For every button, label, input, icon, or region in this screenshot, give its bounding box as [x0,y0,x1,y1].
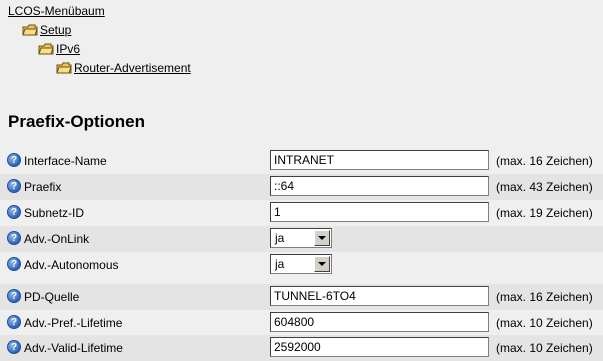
breadcrumb-router-advertisement-link[interactable]: Router-Advertisement [74,61,191,75]
chevron-down-icon[interactable] [314,256,330,272]
subnetz-id-hint: (max. 19 Zeichen) [496,206,593,220]
breadcrumb-root[interactable]: LCOS-Menübaum [8,3,105,19]
folder-icon [22,24,38,36]
help-icon[interactable]: ? [7,315,21,329]
adv-onlink-label: Adv.-OnLink [24,232,90,246]
subnetz-id-label: Subnetz-ID [24,206,85,220]
subnetz-id-input[interactable] [270,202,489,222]
help-icon[interactable]: ? [7,153,21,167]
field-row-adv-valid-lifetime: ? Adv.-Valid-Lifetime (max. 10 Zeichen) [0,335,603,361]
adv-pref-lifetime-hint: (max. 10 Zeichen) [496,316,593,330]
adv-valid-lifetime-label: Adv.-Valid-Lifetime [24,341,123,355]
interface-name-hint: (max. 16 Zeichen) [496,154,593,168]
chevron-down-icon[interactable] [314,230,330,246]
adv-valid-lifetime-hint: (max. 10 Zeichen) [496,341,593,355]
interface-name-label: Interface-Name [24,154,107,168]
field-row-adv-autonomous: ? Adv.-Autonomous ja [0,252,603,278]
adv-autonomous-selected-value: ja [275,257,285,271]
folder-icon [56,62,72,74]
pd-quelle-label: PD-Quelle [24,290,80,304]
help-icon[interactable]: ? [7,257,21,271]
breadcrumb-root-link[interactable]: LCOS-Menübaum [8,4,105,18]
field-row-interface-name: ? Interface-Name (max. 16 Zeichen) [0,148,603,174]
breadcrumb-setup-link[interactable]: Setup [40,23,71,37]
adv-pref-lifetime-label: Adv.-Pref.-Lifetime [24,316,123,330]
adv-autonomous-label: Adv.-Autonomous [24,258,119,272]
field-row-adv-onlink: ? Adv.-OnLink ja [0,226,603,252]
field-row-adv-pref-lifetime: ? Adv.-Pref.-Lifetime (max. 10 Zeichen) [0,310,603,336]
praefix-hint: (max. 43 Zeichen) [496,180,593,194]
help-icon[interactable]: ? [7,289,21,303]
page-title: Praefix-Optionen [8,112,145,131]
pd-quelle-input[interactable] [270,286,489,306]
adv-autonomous-select[interactable]: ja [270,254,332,274]
praefix-label: Praefix [24,180,62,194]
help-icon[interactable]: ? [7,340,21,354]
help-icon[interactable]: ? [7,179,21,193]
pd-quelle-hint: (max. 16 Zeichen) [496,290,593,304]
field-row-pd-quelle: ? PD-Quelle (max. 16 Zeichen) [0,284,603,310]
breadcrumb-router-advertisement[interactable]: Router-Advertisement [56,60,191,76]
folder-icon [38,43,54,55]
breadcrumb-setup[interactable]: Setup [22,22,71,38]
field-row-praefix: ? Praefix (max. 43 Zeichen) [0,174,603,200]
adv-onlink-select[interactable]: ja [270,228,332,248]
breadcrumb-ipv6-link[interactable]: IPv6 [56,42,80,56]
adv-onlink-selected-value: ja [275,231,285,245]
praefix-input[interactable] [270,176,489,196]
breadcrumb-ipv6[interactable]: IPv6 [38,41,80,57]
help-icon[interactable]: ? [7,231,21,245]
adv-valid-lifetime-input[interactable] [270,337,489,357]
help-icon[interactable]: ? [7,205,21,219]
field-row-subnetz-id: ? Subnetz-ID (max. 19 Zeichen) [0,200,603,226]
interface-name-input[interactable] [270,150,489,170]
adv-pref-lifetime-input[interactable] [270,312,489,332]
